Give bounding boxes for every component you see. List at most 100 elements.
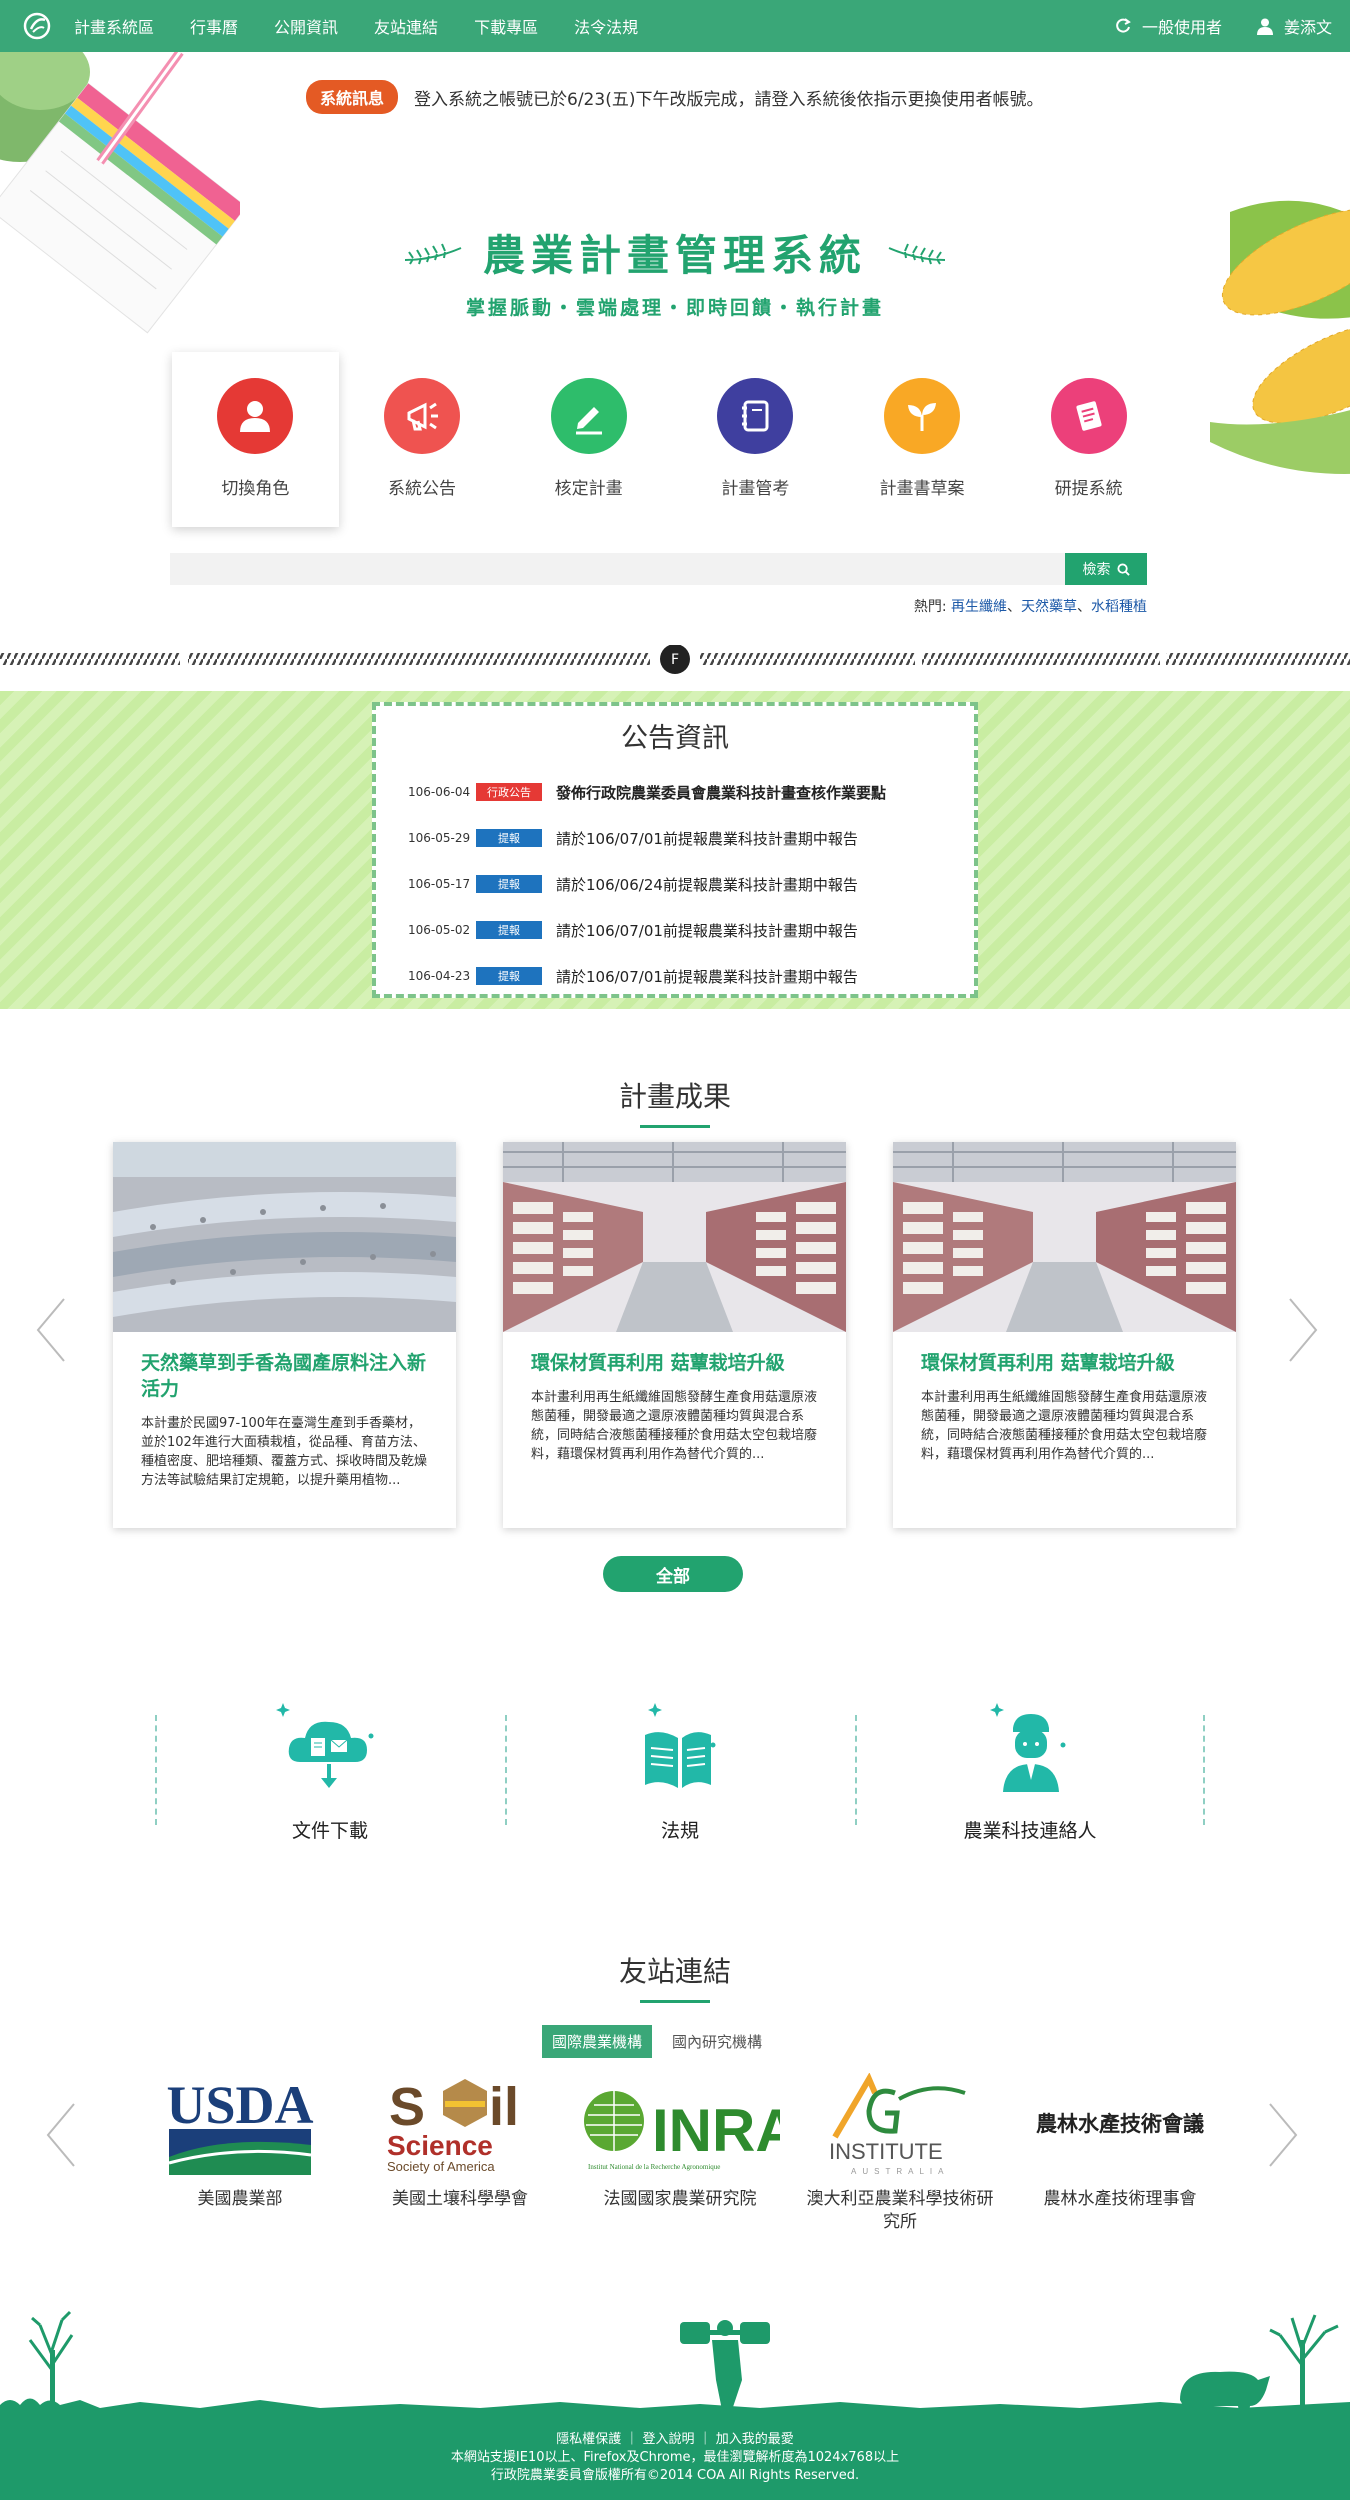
feature-project-control[interactable]: 計畫管考: [672, 352, 839, 527]
announcement-tag: 提報: [476, 829, 542, 847]
ag-institute-logo: INSTITUTE AUSTRALIA: [795, 2070, 1005, 2180]
hero-title: 農業計畫管理系統: [403, 222, 947, 283]
partners-next-arrow-icon[interactable]: [1262, 2100, 1302, 2170]
nav-item-regulations[interactable]: 法令法規: [574, 14, 638, 38]
search-button-label: 檢索: [1082, 561, 1111, 577]
feature-proposal-draft[interactable]: 計畫書草案: [839, 352, 1006, 527]
partner-usda[interactable]: USDA 美國農業部: [130, 2070, 350, 2250]
system-message-bar: 系統訊息 登入系統之帳號已於6/23(五)下午改版完成，請登入系統後依指示更換使…: [306, 80, 1043, 114]
footer-link-privacy[interactable]: 隱私權保護: [556, 2432, 621, 2447]
partner-name: 澳大利亞農業科學技術研究所: [806, 2189, 994, 2232]
feature-system-announcements[interactable]: 系統公告: [339, 352, 506, 527]
footer-link-bookmark[interactable]: 加入我的最愛: [716, 2432, 794, 2447]
mushroom-photo-image: [893, 1142, 1236, 1332]
soil-science-wordmark: S il Science Society of America: [387, 2077, 519, 2174]
nav-item-friend-links[interactable]: 友站連結: [374, 14, 438, 38]
hot-term-link[interactable]: 天然藥草: [1021, 599, 1077, 615]
inra-logo: INRA Institut National de la Recherche A…: [575, 2070, 785, 2180]
user-icon: [240, 401, 271, 432]
results-prev-arrow-icon[interactable]: [32, 1295, 72, 1365]
user-icon: [1256, 18, 1273, 35]
feature-icon-circle: [384, 378, 460, 454]
partner-soil-science[interactable]: S il Science Society of America 美國土壤科學學會: [350, 2070, 570, 2250]
pencil-icon: [575, 407, 602, 435]
quick-link-downloads[interactable]: 文件下載: [155, 1700, 505, 1850]
partner-logos: USDA 美國農業部 S il Science Society of Ameri…: [130, 2070, 1230, 2250]
hero-title-block: 農業計畫管理系統 掌握脈動‧雲端處理‧即時回饋‧執行計畫: [0, 222, 1350, 320]
book-icon: [645, 1703, 716, 1788]
announcement-item[interactable]: 106-05-02 提報 請於106/07/01前提報農業科技計畫期中報告: [376, 907, 974, 953]
hot-term-link[interactable]: 水稻種植: [1091, 599, 1147, 615]
feature-approved-projects[interactable]: 核定計畫: [505, 352, 672, 527]
announcement-tag: 提報: [476, 921, 542, 939]
quick-link-label: 文件下載: [291, 1820, 368, 1842]
affrc-logo: 農林水產技術會議: [1015, 2070, 1225, 2180]
footer-copyright: 行政院農業委員會版權所有©2014 COA All Rights Reserve…: [490, 2468, 860, 2483]
view-all-results-button[interactable]: 全部: [603, 1556, 743, 1592]
quick-link-contacts[interactable]: 農業科技連絡人: [855, 1700, 1205, 1850]
search-button[interactable]: 檢索: [1065, 553, 1147, 585]
announcement-item[interactable]: 106-05-29 提報 請於106/07/01前提報農業科技計畫期中報告: [376, 815, 974, 861]
switch-role-link[interactable]: 一般使用者: [1114, 14, 1222, 38]
feature-proposal-system[interactable]: 研提系統: [1005, 352, 1172, 527]
top-navbar: 計畫系統區 行事曆 公開資訊 友站連結 下載專區 法令法規 一般使用者 姜添文: [0, 0, 1350, 52]
section-divider: F: [0, 645, 1350, 674]
partners-prev-arrow-icon[interactable]: [42, 2100, 82, 2170]
partner-name: 農林水產技術理事會: [1043, 2189, 1197, 2209]
nav-item-project-systems[interactable]: 計畫系統區: [74, 14, 154, 38]
footer: 隱私權保護 ｜ 登入說明 ｜ 加入我的最愛 本網站支援IE10以上、Firefo…: [0, 2415, 1350, 2500]
hot-term-link[interactable]: 再生纖維: [951, 599, 1007, 615]
result-card-title: 天然藥草到手香為國產原料注入新活力: [141, 1352, 427, 1400]
partner-inra[interactable]: INRA Institut National de la Recherche A…: [570, 2070, 790, 2250]
divider-badge: F: [671, 652, 679, 668]
hero-title-text: 農業計畫管理系統: [482, 231, 867, 280]
nav-item-public-info[interactable]: 公開資訊: [274, 14, 338, 38]
partner-ag-institute[interactable]: INSTITUTE AUSTRALIA 澳大利亞農業科學技術研究所: [790, 2070, 1010, 2250]
quick-link-label: 農業科技連絡人: [963, 1820, 1097, 1842]
soil-science-society-logo: S il Science Society of America: [355, 2070, 565, 2180]
partner-name: 法國國家農業研究院: [603, 2189, 757, 2209]
wheat-left-icon: [404, 243, 462, 265]
announcement-item[interactable]: 106-06-04 行政公告 發佈行政院農業委員會農業科技計畫查核作業要點: [376, 769, 974, 815]
announcement-date: 106-04-23: [408, 969, 471, 983]
svg-text:il: il: [489, 2077, 519, 2137]
search-input[interactable]: [170, 553, 1050, 585]
tab-international[interactable]: 國際農業機構: [542, 2025, 653, 2058]
announcement-item[interactable]: 106-04-23 提報 請於106/07/01前提報農業科技計畫期中報告: [376, 953, 974, 999]
cloud-download-icon: [276, 1703, 374, 1788]
feature-switch-role[interactable]: 切換角色: [172, 352, 339, 527]
announcement-text: 請於106/06/24前提報農業科技計畫期中報告: [556, 875, 858, 894]
announcement-item[interactable]: 106-05-17 提報 請於106/06/24前提報農業科技計畫期中報告: [376, 861, 974, 907]
announcement-text: 發佈行政院農業委員會農業科技計畫查核作業要點: [556, 783, 887, 802]
partner-affrc[interactable]: 農林水產技術會議 農林水產技術理事會: [1010, 2070, 1230, 2250]
search-icon: [1116, 562, 1130, 576]
quick-link-regulations[interactable]: 法規: [505, 1700, 855, 1850]
footer-links: 隱私權保護 ｜ 登入說明 ｜ 加入我的最愛: [556, 2432, 794, 2447]
quick-link-label: 法規: [660, 1820, 699, 1842]
results-title-text: 計畫成果: [618, 1080, 731, 1113]
user-menu[interactable]: 姜添文: [1256, 14, 1332, 38]
result-card[interactable]: 環保材質再利用 菇蕈栽培升級 本計畫利用再生紙纖維固態發酵生產食用菇還原液態菌種…: [893, 1142, 1236, 1528]
feature-icon-circle: [717, 378, 794, 454]
feature-icon-circle: [1050, 378, 1127, 454]
nav-item-calendar[interactable]: 行事曆: [190, 14, 238, 38]
result-card-description: 本計畫於民國97-100年在臺灣生產到手香藥材，並於102年進行大面積栽植，從品…: [141, 1416, 428, 1488]
results-next-arrow-icon[interactable]: [1282, 1295, 1322, 1365]
announcement-date: 106-05-02: [408, 923, 471, 937]
mushroom-photo-image: [503, 1142, 846, 1332]
result-card[interactable]: 天然藥草到手香為國產原料注入新活力 本計畫於民國97-100年在臺灣生產到手香藥…: [113, 1142, 456, 1528]
nav-item-downloads[interactable]: 下載專區: [474, 14, 538, 38]
svg-text:AUSTRALIA: AUSTRALIA: [851, 2167, 949, 2176]
footer-browser-support: 本網站支援IE10以上、Firefox及Chrome，最佳瀏覽解析度為1024x…: [450, 2450, 900, 2465]
tab-domestic[interactable]: 國內研究機構: [662, 2025, 772, 2058]
site-logo-icon[interactable]: [22, 11, 52, 41]
results-cards: 天然藥草到手香為國產原料注入新活力 本計畫於民國97-100年在臺灣生產到手香藥…: [113, 1142, 1237, 1528]
user-name: 姜添文: [1283, 18, 1332, 37]
result-card[interactable]: 環保材質再利用 菇蕈栽培升級 本計畫利用再生紙纖維固態發酵生產食用菇還原液態菌種…: [503, 1142, 846, 1528]
partner-name: 美國土壤科學學會: [392, 2189, 528, 2209]
feature-label: 切換角色: [221, 479, 290, 499]
role-label: 一般使用者: [1141, 18, 1222, 37]
footer-link-login-help[interactable]: 登入說明: [642, 2432, 694, 2447]
feature-label: 計畫管考: [721, 479, 790, 499]
feature-icon-circle: [550, 378, 627, 454]
